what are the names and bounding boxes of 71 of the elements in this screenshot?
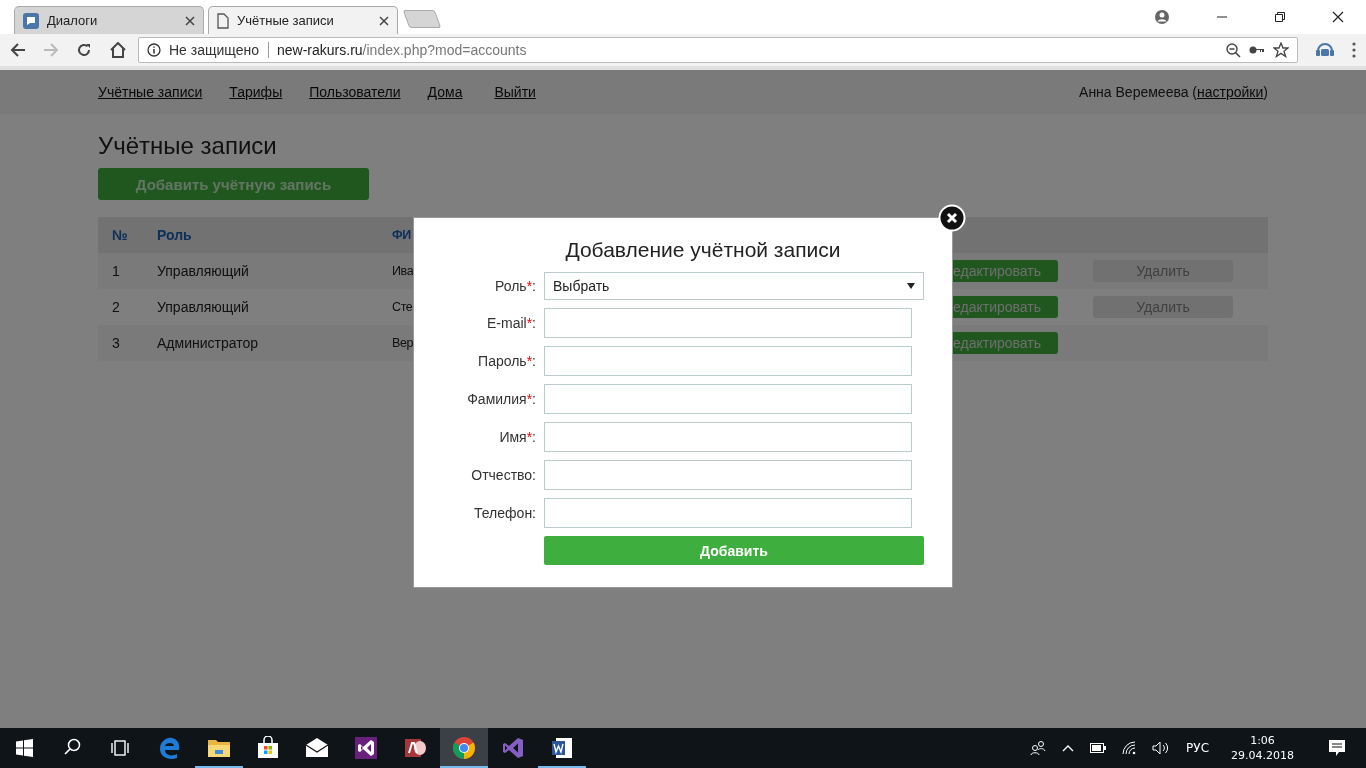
- chrome-icon: [452, 736, 476, 760]
- document-icon: [550, 736, 574, 760]
- caret-icon: [907, 283, 915, 289]
- page-title: Учётные записи: [98, 132, 278, 160]
- browser-tab[interactable]: Диалоги: [14, 6, 204, 34]
- profile-icon[interactable]: [1154, 9, 1170, 25]
- input-field[interactable]: [544, 460, 912, 490]
- input-field[interactable]: [544, 346, 912, 376]
- back-icon[interactable]: [10, 42, 26, 58]
- settings-link[interactable]: настройки: [1197, 84, 1264, 100]
- document-icon: [217, 12, 229, 29]
- table-cell-text: Управляющий: [157, 263, 250, 279]
- restore-icon[interactable]: [1274, 11, 1286, 23]
- close-icon[interactable]: [379, 15, 389, 26]
- menu-icon[interactable]: [1352, 42, 1356, 58]
- field-label: Отчество:: [470, 467, 536, 483]
- column-header: ФИ: [392, 228, 412, 242]
- user-info: Анна Веремеева (настройки): [1079, 84, 1268, 100]
- table-cell-text: Сте: [392, 300, 414, 314]
- reload-icon[interactable]: [76, 42, 92, 58]
- input-field[interactable]: [544, 384, 912, 414]
- nav-link[interactable]: Учётные записи: [98, 84, 203, 100]
- field-label: Имя*:: [498, 429, 536, 445]
- battery-icon[interactable]: [1090, 743, 1107, 753]
- role-select[interactable]: Выбрать: [544, 272, 924, 300]
- table-cell-text: Управляющий: [157, 299, 250, 315]
- people-icon[interactable]: [1030, 740, 1047, 756]
- column-header: Роль: [157, 227, 193, 243]
- table-cell-text: 3: [112, 335, 121, 351]
- table-cell-text: 1: [112, 263, 121, 279]
- nav-link[interactable]: Тарифы: [229, 84, 283, 100]
- security-label: Не защищено: [169, 42, 269, 58]
- clock-date[interactable]: 29.04.2018: [1231, 748, 1294, 763]
- zoom-out-icon[interactable]: [1226, 42, 1241, 58]
- chevron-up-icon[interactable]: [1062, 744, 1075, 752]
- info-icon: [147, 43, 161, 57]
- browser-icon: [158, 736, 182, 760]
- nav-link[interactable]: Дома: [427, 84, 463, 100]
- envelope-icon: [305, 736, 329, 760]
- close-icon[interactable]: [185, 15, 195, 26]
- submit-button[interactable]: Добавить: [544, 536, 924, 565]
- field-label: E-mail*:: [486, 315, 536, 331]
- notifications-icon[interactable]: [1328, 739, 1346, 757]
- wifi-icon[interactable]: [1122, 741, 1137, 755]
- url-text: new-rakurs.ru/index.php?mod=accounts: [277, 42, 527, 58]
- input-field[interactable]: [544, 422, 912, 452]
- close-icon[interactable]: [1332, 11, 1344, 23]
- column-header: №: [112, 227, 129, 243]
- shopping-bag-icon: [256, 736, 280, 760]
- field-label: Пароль*:: [477, 353, 536, 369]
- field-label: Роль*:: [494, 278, 536, 294]
- field-label: Фамилия*:: [466, 391, 536, 407]
- table-cell-text: Ива: [392, 264, 415, 278]
- browser-tab[interactable]: Учётные записи: [208, 6, 398, 34]
- field-label: Телефон:: [473, 505, 536, 521]
- table-cell-text: Вер: [392, 336, 415, 350]
- key-icon[interactable]: [1249, 45, 1265, 55]
- dialog-title: Добавление учётной записи: [564, 237, 842, 263]
- table-cell-text: 2: [112, 299, 121, 315]
- table-cell-text: Администратор: [157, 335, 259, 351]
- clock-time[interactable]: 1:06: [1250, 733, 1275, 748]
- language-indicator[interactable]: РУС: [1186, 741, 1209, 755]
- input-field[interactable]: [544, 308, 912, 338]
- star-icon[interactable]: [1273, 42, 1289, 58]
- nav-link[interactable]: Выйти: [494, 84, 536, 100]
- chat-icon: [23, 12, 39, 29]
- speaker-icon[interactable]: [1152, 741, 1171, 755]
- home-icon[interactable]: [109, 42, 127, 58]
- input-field[interactable]: [544, 498, 912, 528]
- address-bar[interactable]: Не защищено new-rakurs.ru/index.php?mod=accounts: [138, 37, 1298, 63]
- nav-link[interactable]: Пользователи: [309, 84, 401, 100]
